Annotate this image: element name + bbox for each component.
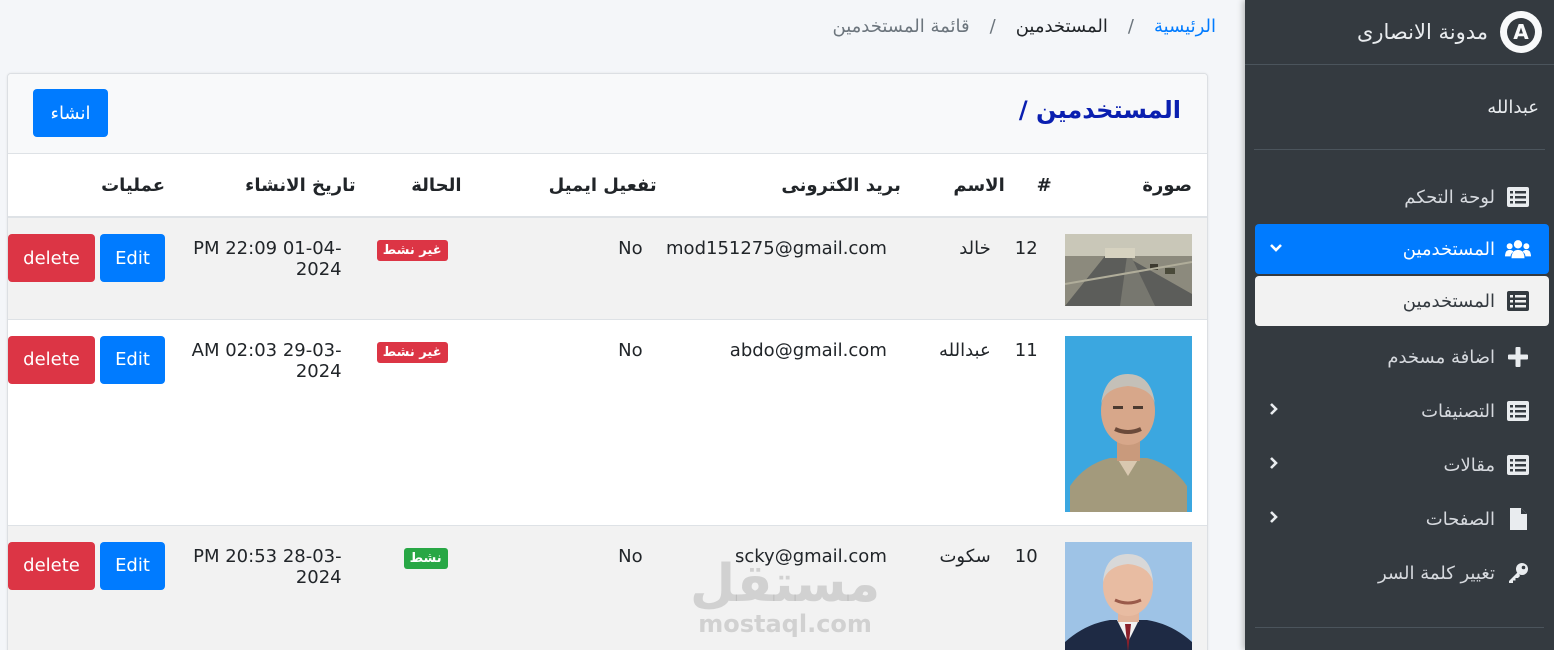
cell-name: عبدالله	[939, 339, 991, 361]
header-image: صورة	[1051, 154, 1207, 218]
cell-image	[1051, 524, 1207, 650]
list-icon	[1505, 455, 1531, 475]
file-icon	[1505, 508, 1531, 530]
sidebar-divider	[1255, 627, 1544, 628]
list-icon	[1505, 401, 1531, 421]
sidebar-item-pages[interactable]: الصفحات	[1255, 492, 1549, 546]
header-ops: عمليات	[8, 154, 187, 218]
table-header-row: صورة # الاسم بريد الكترونى تفعيل ايميل ا…	[8, 154, 1207, 218]
users-table: صورة # الاسم بريد الكترونى تفعيل ايميل ا…	[8, 154, 1207, 650]
header-activation: تفعيل ايميل	[461, 154, 657, 218]
chevron-left-icon	[1269, 510, 1279, 528]
header-email: بريد الكترونى	[656, 154, 901, 218]
cell-id: 12	[1014, 238, 1038, 259]
cell-created: PM 22:09 01-04-2024	[193, 238, 342, 280]
brand-name: مدونة الانصارى	[1356, 20, 1488, 44]
sidebar-item-label: اضافة مسخدم	[1387, 346, 1495, 368]
sidebar-item-categories[interactable]: التصنيفات	[1255, 384, 1549, 438]
row-actions: delete Edit	[8, 218, 187, 282]
brand-logo-icon: A	[1500, 11, 1542, 53]
row-actions: delete Edit	[8, 320, 187, 384]
breadcrumb: الرئيسية / المستخدمين / قائمة المستخدمين	[833, 16, 1217, 37]
sidebar-item-label: مقالات	[1443, 454, 1495, 476]
sidebar-item-change-password[interactable]: تغيير كلمة السر	[1255, 546, 1549, 600]
status-badge: نشط	[403, 547, 448, 569]
sidebar-item-articles[interactable]: مقالات	[1255, 438, 1549, 492]
cell-created: AM 02:03 29-03-2024	[191, 339, 342, 382]
row-actions: delete Edit	[8, 526, 187, 590]
breadcrumb-current: قائمة المستخدمين	[832, 16, 970, 37]
cell-name: سكوت	[939, 545, 991, 567]
chevron-down-icon	[1269, 241, 1283, 257]
status-badge: غير نشط	[376, 240, 448, 261]
users-icon	[1505, 239, 1531, 259]
cell-activation: No	[618, 238, 643, 259]
table-row: 12 خالد mod151275@gmail.com No غير نشط P…	[8, 216, 1207, 319]
list-icon	[1505, 291, 1531, 311]
sidebar-subitem-users-list[interactable]: المستخدمين	[1255, 276, 1549, 326]
user-photo-suit	[1065, 541, 1192, 650]
sidebar-item-label: تغيير كلمة السر	[1378, 562, 1495, 584]
table-row: 11 عبدالله abdo@gmail.com No غير نشط AM …	[8, 318, 1207, 525]
user-name: عبدالله	[1487, 96, 1539, 118]
delete-button[interactable]: delete	[8, 234, 95, 282]
sidebar-item-label: المستخدمين	[1402, 290, 1495, 312]
breadcrumb-home-link[interactable]: الرئيسية	[1154, 16, 1216, 37]
header-created: تاريخ الانشاء	[187, 154, 356, 218]
cell-email: abdo@gmail.com	[729, 339, 887, 361]
cell-name: خالد	[959, 238, 991, 259]
cell-activation: No	[618, 339, 643, 361]
sidebar-item-users[interactable]: المستخدمين	[1255, 224, 1549, 274]
key-icon	[1505, 562, 1531, 584]
breadcrumb-users[interactable]: المستخدمين	[1016, 16, 1108, 37]
breadcrumb-separator: /	[989, 16, 996, 37]
sidebar-item-add-user[interactable]: اضافة مسخدم	[1255, 330, 1549, 384]
cell-email: mod151275@gmail.com	[666, 238, 887, 259]
breadcrumb-separator: /	[1127, 16, 1134, 37]
plus-icon	[1505, 347, 1531, 367]
card-header: المستخدمين / انشاء	[8, 74, 1207, 154]
chevron-left-icon	[1269, 456, 1279, 474]
cell-email: scky@gmail.com	[734, 545, 887, 567]
sidebar-item-label: المستخدمين	[1402, 238, 1495, 260]
cell-image	[1051, 216, 1207, 319]
edit-button[interactable]: Edit	[100, 335, 165, 384]
user-panel[interactable]: عبدالله	[1254, 65, 1545, 150]
cell-activation: No	[618, 545, 643, 567]
create-button[interactable]: انشاء	[33, 89, 108, 137]
cell-id: 11	[1014, 339, 1038, 361]
header-id: #	[1004, 154, 1052, 218]
sidebar-nav: لوحة التحكم المستخدمين المستخدمين اضافة …	[1255, 170, 1549, 600]
header-name: الاسم	[900, 154, 1005, 218]
users-card: المستخدمين / انشاء صورة # الاسم بريد الك…	[7, 73, 1208, 650]
header-status: الحالة	[355, 154, 462, 218]
edit-button[interactable]: Edit	[100, 541, 165, 590]
cell-created: PM 20:53 28-03-2024	[193, 545, 342, 588]
sidebar-item-label: الصفحات	[1425, 508, 1495, 530]
sidebar-item-dashboard[interactable]: لوحة التحكم	[1255, 170, 1549, 224]
delete-button[interactable]: delete	[8, 541, 95, 590]
page-title: المستخدمين /	[1018, 96, 1181, 124]
status-badge: غير نشط	[376, 341, 448, 363]
list-icon	[1505, 187, 1531, 207]
sidebar-item-label: لوحة التحكم	[1404, 186, 1495, 208]
edit-button[interactable]: Edit	[100, 234, 165, 282]
cell-id: 10	[1014, 545, 1038, 567]
delete-button[interactable]: delete	[8, 335, 95, 384]
brand[interactable]: A مدونة الانصارى	[1245, 0, 1554, 65]
user-photo-road	[1065, 234, 1192, 306]
chevron-left-icon	[1269, 402, 1279, 420]
sidebar-item-label: التصنيفات	[1421, 400, 1495, 422]
cell-image	[1051, 318, 1207, 525]
table-row: 10 سكوت scky@gmail.com No نشط PM 20:53 2…	[8, 524, 1207, 650]
user-photo-portrait	[1065, 335, 1192, 512]
sidebar: A مدونة الانصارى عبدالله لوحة التحكم الم…	[1245, 0, 1554, 650]
